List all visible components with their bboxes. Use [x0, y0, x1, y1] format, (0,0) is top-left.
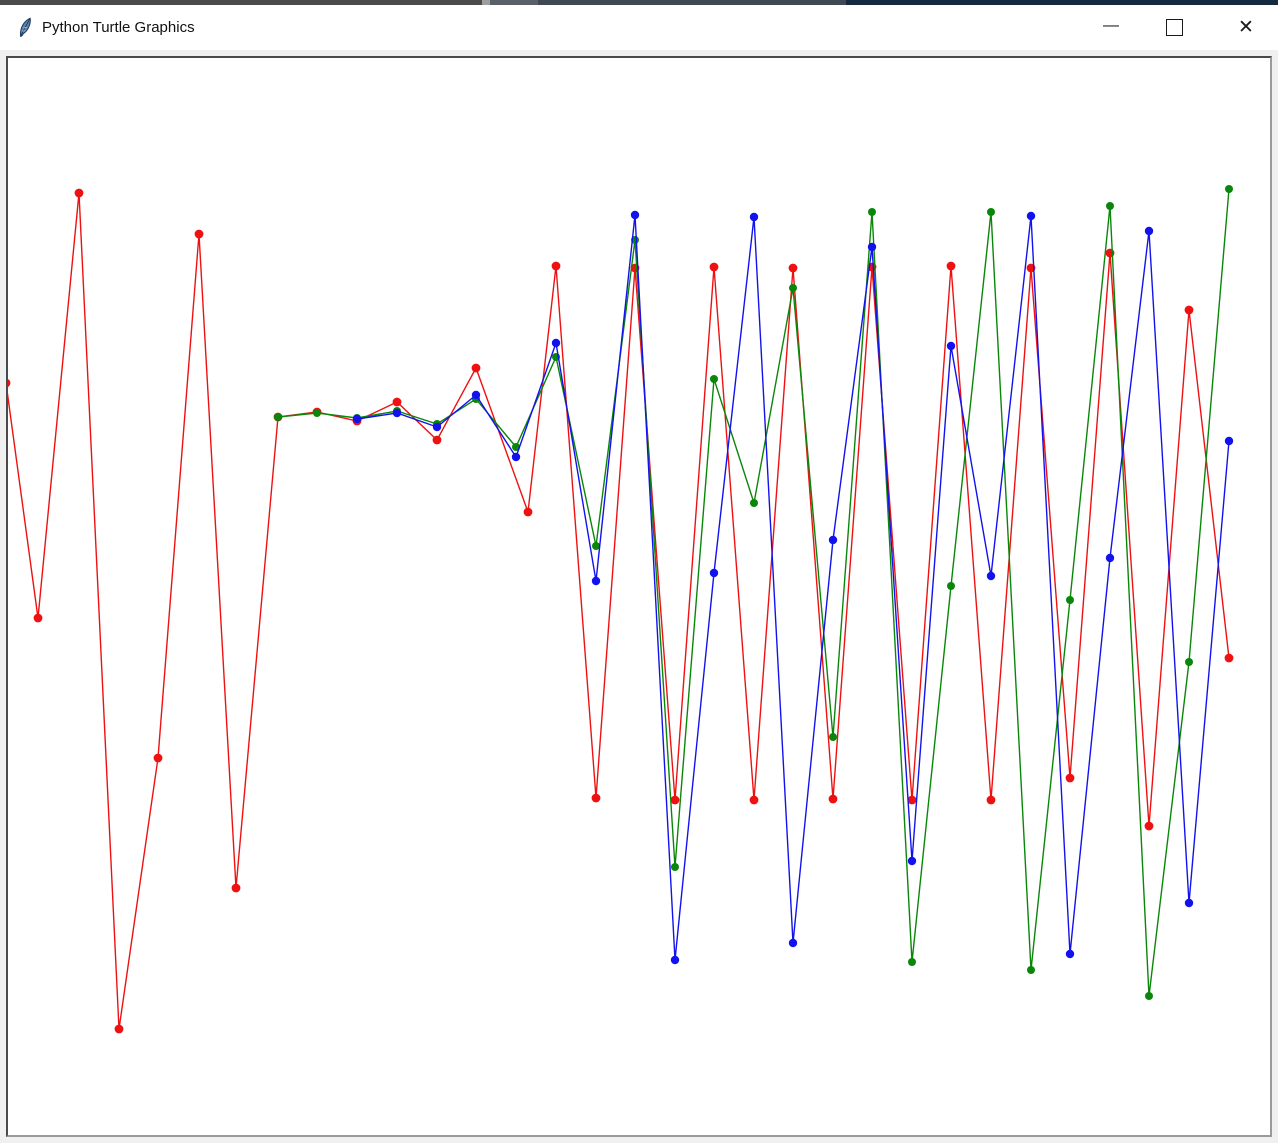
red-data-point: [524, 508, 533, 517]
blue-data-point: [433, 423, 441, 431]
blue-data-point: [592, 577, 600, 585]
title-bar: Python Turtle Graphics — ✕: [0, 5, 1278, 50]
blue-data-point: [908, 857, 916, 865]
red-data-point: [1066, 774, 1075, 783]
red-data-point: [195, 230, 204, 239]
red-data-point: [8, 379, 10, 388]
red-data-point: [154, 754, 163, 763]
blue-data-point: [552, 339, 560, 347]
blue-data-point: [868, 243, 876, 251]
minimize-button[interactable]: —: [1088, 5, 1134, 50]
blue-data-point: [1027, 212, 1035, 220]
red-data-point: [1145, 822, 1154, 831]
green-data-point: [1027, 966, 1035, 974]
blue-data-point: [750, 213, 758, 221]
blue-data-point: [789, 939, 797, 947]
green-series-line: [278, 189, 1229, 996]
maximize-button[interactable]: [1151, 5, 1197, 50]
green-data-point: [1066, 596, 1074, 604]
red-data-point: [710, 263, 719, 272]
green-data-point: [313, 409, 321, 417]
blue-data-point: [829, 536, 837, 544]
red-data-point: [592, 794, 601, 803]
blue-data-point: [1145, 227, 1153, 235]
blue-data-point: [1066, 950, 1074, 958]
red-data-point: [115, 1025, 124, 1034]
blue-data-point: [1225, 437, 1233, 445]
python-feather-icon: [17, 16, 34, 39]
red-data-point: [1185, 306, 1194, 315]
turtle-canvas[interactable]: [6, 56, 1272, 1137]
minimize-icon: —: [1103, 17, 1119, 35]
blue-data-point: [671, 956, 679, 964]
blue-data-point: [512, 453, 520, 461]
canvas-frame: [0, 50, 1278, 1143]
green-data-point: [789, 284, 797, 292]
green-data-point: [1106, 202, 1114, 210]
green-data-point: [829, 733, 837, 741]
red-data-point: [947, 262, 956, 271]
green-data-point: [1185, 658, 1193, 666]
blue-data-point: [393, 409, 401, 417]
green-data-point: [750, 499, 758, 507]
red-data-point: [829, 795, 838, 804]
maximize-icon: [1166, 19, 1183, 36]
red-series-line: [8, 193, 1229, 1029]
blue-data-point: [1106, 554, 1114, 562]
blue-data-point: [472, 391, 480, 399]
blue-data-point: [947, 342, 955, 350]
blue-data-point: [987, 572, 995, 580]
red-data-point: [671, 796, 680, 805]
blue-data-point: [710, 569, 718, 577]
blue-data-point: [353, 415, 361, 423]
red-data-point: [433, 436, 442, 445]
green-data-point: [947, 582, 955, 590]
red-data-point: [472, 364, 481, 373]
green-data-point: [868, 208, 876, 216]
green-data-point: [1225, 185, 1233, 193]
red-data-point: [393, 398, 402, 407]
red-data-point: [1225, 654, 1234, 663]
green-data-point: [1145, 992, 1153, 1000]
red-data-point: [552, 262, 561, 271]
close-icon: ✕: [1238, 16, 1254, 39]
blue-data-point: [1185, 899, 1193, 907]
green-data-point: [710, 375, 718, 383]
red-data-point: [232, 884, 241, 893]
red-data-point: [34, 614, 43, 623]
red-data-point: [75, 189, 84, 198]
green-data-point: [671, 863, 679, 871]
green-data-point: [908, 958, 916, 966]
green-data-point: [274, 413, 282, 421]
close-button[interactable]: ✕: [1223, 5, 1269, 50]
green-data-point: [987, 208, 995, 216]
red-data-point: [750, 796, 759, 805]
red-data-point: [789, 264, 798, 273]
red-data-point: [987, 796, 996, 805]
blue-data-point: [631, 211, 639, 219]
window-title: Python Turtle Graphics: [42, 5, 195, 50]
turtle-drawing: [8, 58, 1270, 1135]
